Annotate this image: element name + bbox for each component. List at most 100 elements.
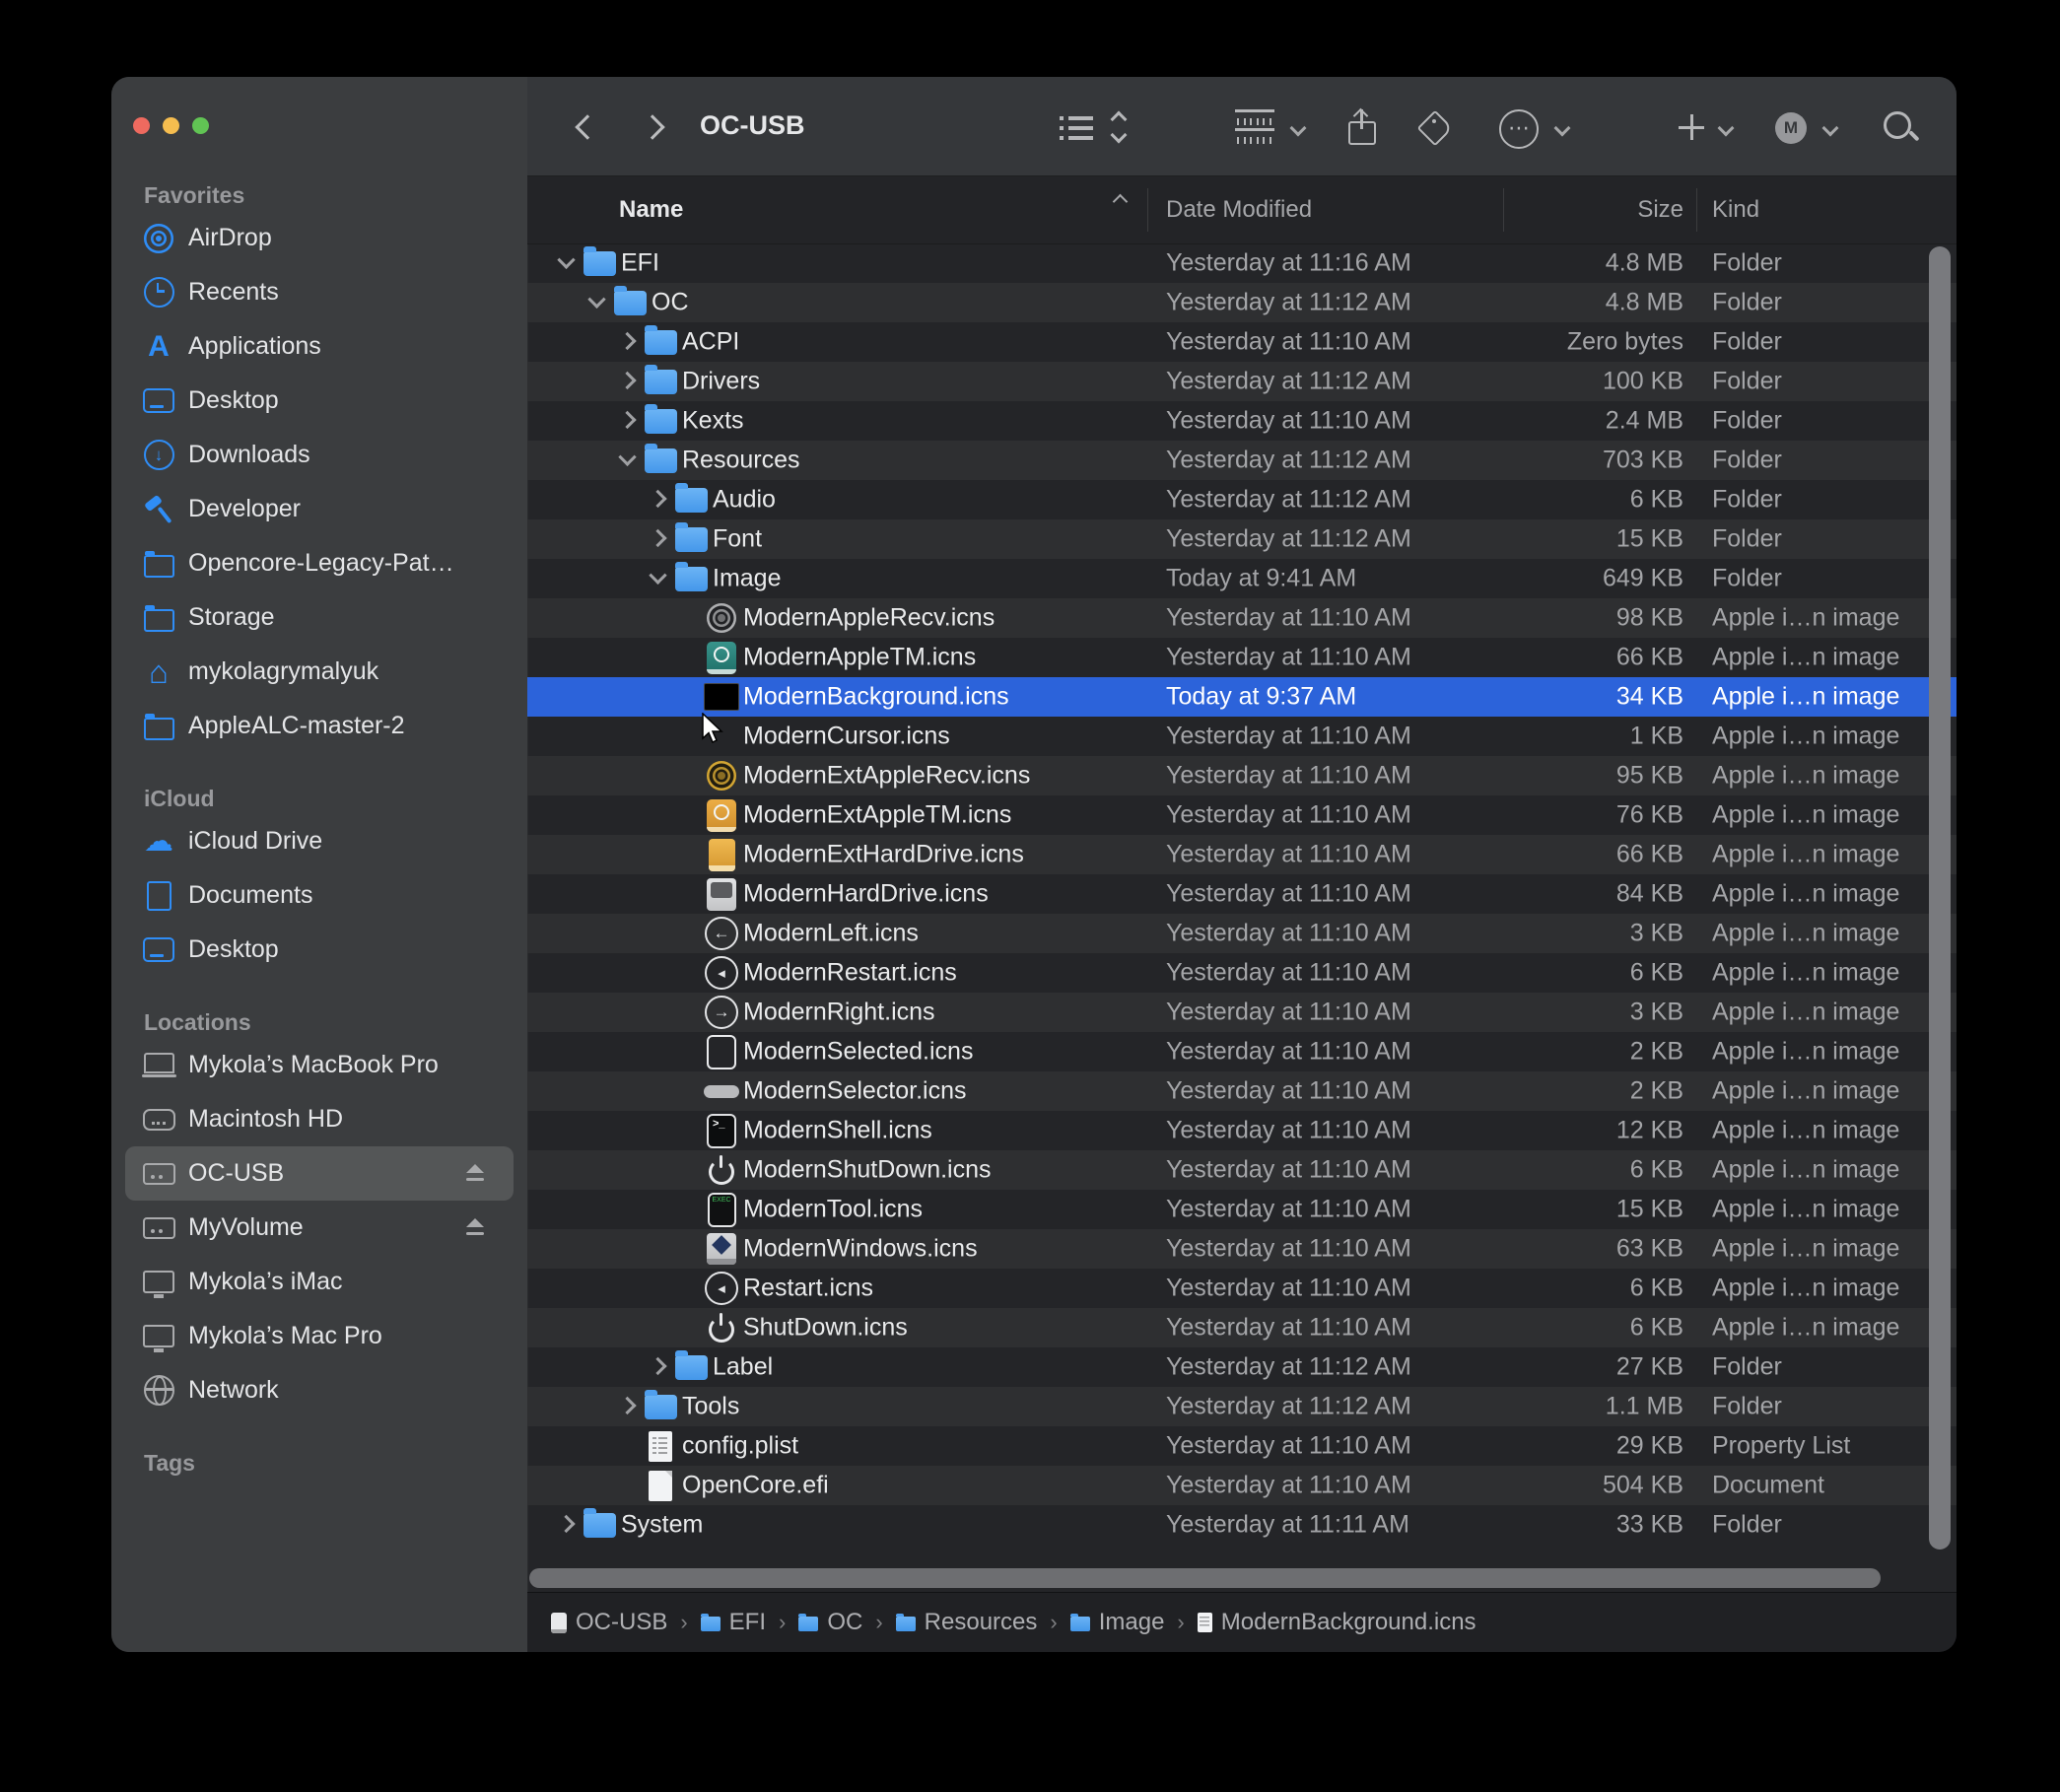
column-divider[interactable] [1147,188,1148,232]
table-row[interactable]: ModernShell.icnsYesterday at 11:10 AM12 … [527,1111,1957,1150]
close-window-button[interactable] [133,117,150,134]
chevron-right-icon[interactable] [649,1357,666,1375]
table-row[interactable]: ModernCursor.icnsYesterday at 11:10 AM1 … [527,717,1957,756]
table-row[interactable]: ModernHardDrive.icnsYesterday at 11:10 A… [527,874,1957,914]
column-header-kind[interactable]: Kind [1712,196,1759,224]
column-header-size[interactable]: Size [1637,196,1683,224]
table-row[interactable]: ModernAppleRecv.icnsYesterday at 11:10 A… [527,598,1957,638]
chevron-right-icon[interactable] [649,490,666,508]
table-row[interactable]: ModernExtAppleTM.icnsYesterday at 11:10 … [527,795,1957,835]
back-button[interactable] [575,114,599,139]
table-row[interactable]: SystemYesterday at 11:11 AM33 KBFolder [527,1505,1957,1545]
sidebar-item-airdrop[interactable]: AirDrop [125,211,514,265]
column-divider[interactable] [1503,188,1504,232]
column-header-date-modified[interactable]: Date Modified [1166,196,1312,224]
table-row[interactable]: Restart.icnsYesterday at 11:10 AM6 KBApp… [527,1269,1957,1308]
sidebar-item-applealc-master-2[interactable]: AppleALC-master-2 [125,699,514,753]
table-row[interactable]: ModernAppleTM.icnsYesterday at 11:10 AM6… [527,638,1957,677]
chevron-right-icon[interactable] [649,529,666,547]
sidebar-item-icloud-drive[interactable]: iCloud Drive [125,814,514,868]
group-grid-icon[interactable] [1235,109,1274,145]
table-row[interactable]: ModernTool.icnsYesterday at 11:10 AM15 K… [527,1190,1957,1229]
table-row[interactable]: ModernWindows.icnsYesterday at 11:10 AM6… [527,1229,1957,1269]
table-row[interactable]: OpenCore.efiYesterday at 11:10 AM504 KBD… [527,1466,1957,1505]
chevron-right-icon[interactable] [618,1397,636,1414]
add-icon[interactable] [1679,114,1704,140]
sidebar-item-documents[interactable]: Documents [125,868,514,923]
eject-icon[interactable] [464,1218,486,1235]
table-row[interactable]: AudioYesterday at 11:12 AM6 KBFolder [527,480,1957,519]
more-chevron-icon[interactable] [1554,120,1571,137]
tag-icon[interactable] [1419,112,1449,142]
sidebar-item-desktop[interactable]: Desktop [125,923,514,977]
minimize-window-button[interactable] [163,117,179,134]
table-row[interactable]: ModernRight.icnsYesterday at 11:10 AM3 K… [527,993,1957,1032]
chevron-right-icon[interactable] [557,1515,575,1533]
table-row[interactable]: ModernExtHardDrive.icnsYesterday at 11:1… [527,835,1957,874]
more-options-icon[interactable] [1499,109,1539,149]
table-row[interactable]: ModernBackground.icnsToday at 9:37 AM34 … [527,677,1957,717]
sidebar-item-mykola-s-mac-pro[interactable]: Mykola’s Mac Pro [125,1309,514,1363]
sidebar-item-developer[interactable]: Developer [125,482,514,536]
sidebar-item-mykola-s-macbook-pro[interactable]: Mykola’s MacBook Pro [125,1038,514,1092]
sidebar-item-mykola-s-imac[interactable]: Mykola’s iMac [125,1255,514,1309]
path-item[interactable]: EFI [701,1609,766,1636]
table-row[interactable]: LabelYesterday at 11:12 AM27 KBFolder [527,1347,1957,1387]
path-item[interactable]: Resources [896,1609,1038,1636]
horizontal-scrollbar[interactable] [529,1568,1881,1588]
user-chevron-icon[interactable] [1822,120,1839,137]
table-row[interactable]: ModernRestart.icnsYesterday at 11:10 AM6… [527,953,1957,993]
column-divider[interactable] [1696,188,1697,232]
chevron-down-icon[interactable] [557,251,575,269]
table-row[interactable]: DriversYesterday at 11:12 AM100 KBFolder [527,362,1957,401]
chevron-right-icon[interactable] [618,372,636,389]
chevron-down-icon[interactable] [649,567,666,585]
eject-icon[interactable] [464,1164,486,1181]
path-item[interactable]: OC [798,1609,862,1636]
group-chevron-icon[interactable] [1290,120,1307,137]
sidebar-item-network[interactable]: Network [125,1363,514,1417]
chevron-down-icon[interactable] [587,291,605,309]
table-row[interactable]: ModernSelector.icnsYesterday at 11:10 AM… [527,1071,1957,1111]
user-badge-icon[interactable]: M [1775,112,1807,144]
sidebar-item-downloads[interactable]: Downloads [125,428,514,482]
path-item[interactable]: Image [1070,1609,1165,1636]
sidebar-item-oc-usb[interactable]: OC-USB [125,1146,514,1201]
table-row[interactable]: ImageToday at 9:41 AM649 KBFolder [527,559,1957,598]
table-row[interactable]: ACPIYesterday at 11:10 AMZero bytesFolde… [527,322,1957,362]
table-row[interactable]: EFIYesterday at 11:16 AM4.8 MBFolder [527,243,1957,283]
table-row[interactable]: FontYesterday at 11:12 AM15 KBFolder [527,519,1957,559]
table-row[interactable]: ModernExtAppleRecv.icnsYesterday at 11:1… [527,756,1957,795]
list-view-icon[interactable] [1060,114,1093,141]
sort-chevrons-icon[interactable] [1108,110,1130,144]
chevron-right-icon[interactable] [618,411,636,429]
chevron-down-icon[interactable] [618,448,636,466]
zoom-window-button[interactable] [192,117,209,134]
path-item[interactable]: ModernBackground.icns [1198,1609,1476,1636]
share-icon[interactable] [1348,109,1376,145]
search-icon[interactable] [1884,111,1911,139]
table-row[interactable]: ShutDown.icnsYesterday at 11:10 AM6 KBAp… [527,1308,1957,1347]
table-row[interactable]: KextsYesterday at 11:10 AM2.4 MBFolder [527,401,1957,441]
table-row[interactable]: config.plistYesterday at 11:10 AM29 KBPr… [527,1426,1957,1466]
sidebar-item-macintosh-hd[interactable]: Macintosh HD [125,1092,514,1146]
table-row[interactable]: ToolsYesterday at 11:12 AM1.1 MBFolder [527,1387,1957,1426]
sidebar-item-opencore-legacy-pat[interactable]: Opencore-Legacy-Pat… [125,536,514,590]
forward-button[interactable] [640,114,664,139]
table-row[interactable]: ResourcesYesterday at 11:12 AM703 KBFold… [527,441,1957,480]
sidebar-item-applications[interactable]: AApplications [125,319,514,374]
sidebar-item-storage[interactable]: Storage [125,590,514,645]
path-item[interactable]: OC-USB [551,1609,667,1636]
table-row[interactable]: ModernShutDown.icnsYesterday at 11:10 AM… [527,1150,1957,1190]
table-row[interactable]: ModernSelected.icnsYesterday at 11:10 AM… [527,1032,1957,1071]
add-chevron-icon[interactable] [1718,120,1735,137]
sidebar-item-desktop[interactable]: Desktop [125,374,514,428]
chevron-right-icon[interactable] [618,332,636,350]
sidebar-item-mykolagrymalyuk[interactable]: mykolagrymalyuk [125,645,514,699]
vertical-scrollbar[interactable] [1929,246,1951,1550]
sidebar-item-recents[interactable]: Recents [125,265,514,319]
sidebar-item-myvolume[interactable]: MyVolume [125,1201,514,1255]
table-row[interactable]: ModernLeft.icnsYesterday at 11:10 AM3 KB… [527,914,1957,953]
column-header-name[interactable]: Name [619,196,683,224]
table-row[interactable]: OCYesterday at 11:12 AM4.8 MBFolder [527,283,1957,322]
